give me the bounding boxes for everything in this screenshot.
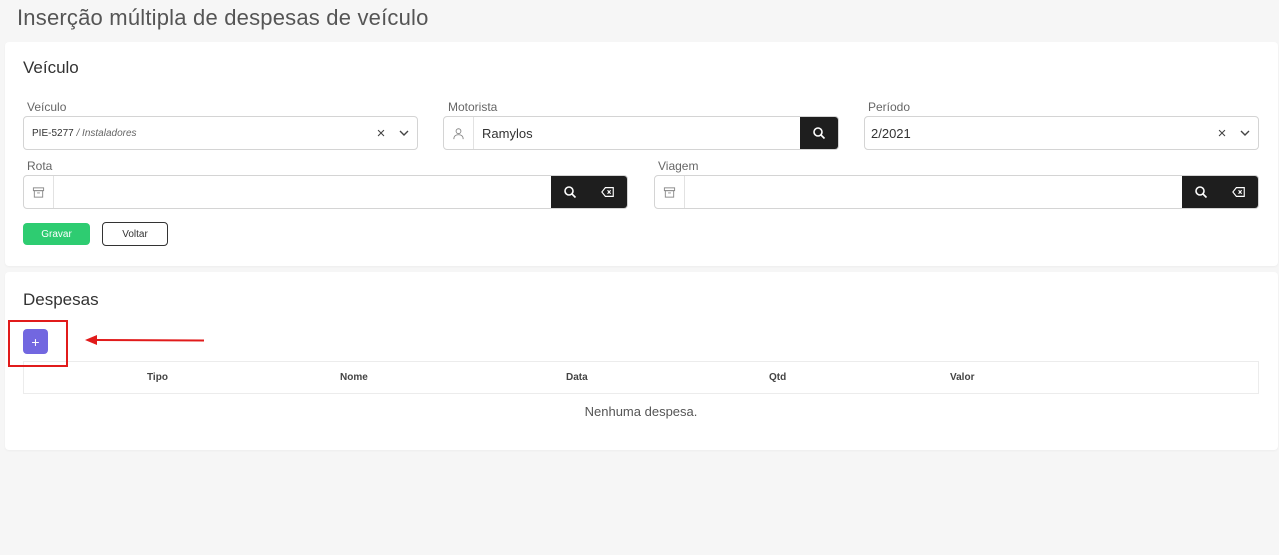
rota-field[interactable] — [23, 175, 628, 209]
rota-label: Rota — [27, 159, 53, 173]
annotation-highlight-box — [8, 320, 68, 367]
archive-icon — [24, 176, 54, 208]
column-header-qtd[interactable]: Qtd — [769, 372, 786, 383]
veiculo-value: PIE-5277 / Instaladores — [32, 127, 137, 139]
column-header-tipo[interactable]: Tipo — [147, 372, 168, 383]
backspace-icon — [601, 187, 614, 197]
rota-search-button[interactable] — [551, 176, 589, 208]
veiculo-select[interactable]: PIE-5277 / Instaladores × — [23, 116, 418, 150]
page-title: Inserção múltipla de despesas de veículo — [17, 5, 429, 30]
search-icon — [564, 186, 577, 199]
chevron-down-icon[interactable] — [391, 127, 417, 139]
periodo-label: Período — [868, 100, 911, 114]
expenses-table: Tipo Nome Data Qtd Valor Nenhuma despesa… — [23, 361, 1259, 419]
viagem-input[interactable] — [685, 176, 1182, 208]
backspace-icon — [1232, 187, 1245, 197]
close-icon[interactable]: × — [371, 125, 391, 142]
rota-input[interactable] — [54, 176, 551, 208]
table-header: Tipo Nome Data Qtd Valor — [23, 361, 1259, 394]
save-button[interactable]: Gravar — [23, 223, 90, 245]
vehicle-card-title: Veículo — [23, 58, 79, 77]
periodo-value: 2/2021 — [871, 125, 911, 141]
column-header-data[interactable]: Data — [566, 372, 588, 383]
empty-message: Nenhuma despesa. — [584, 404, 698, 419]
vehicle-card: Veículo Veículo PIE-5277 / Instaladores … — [5, 42, 1278, 266]
expenses-card-title: Despesas — [23, 290, 99, 309]
column-header-nome[interactable]: Nome — [340, 372, 368, 383]
motorista-value: Ramylos — [482, 125, 533, 141]
veiculo-label: Veículo — [27, 100, 67, 114]
chevron-down-icon[interactable] — [1232, 127, 1258, 139]
viagem-search-button[interactable] — [1182, 176, 1220, 208]
close-icon[interactable]: × — [1212, 125, 1232, 142]
user-icon — [444, 117, 474, 149]
rota-clear-button[interactable] — [589, 176, 627, 208]
search-icon — [813, 127, 826, 140]
back-button[interactable]: Voltar — [102, 222, 168, 246]
search-icon — [1195, 186, 1208, 199]
expenses-card: Despesas + Tipo Nome Data Qtd Valor Nenh… — [5, 272, 1278, 450]
viagem-field[interactable] — [654, 175, 1259, 209]
motorista-field[interactable]: Ramylos — [443, 116, 839, 150]
viagem-clear-button[interactable] — [1220, 176, 1258, 208]
motorista-search-button[interactable] — [800, 117, 838, 149]
motorista-label: Motorista — [448, 100, 498, 114]
periodo-select[interactable]: 2/2021 × — [864, 116, 1259, 150]
viagem-label: Viagem — [658, 159, 699, 173]
column-header-valor[interactable]: Valor — [950, 372, 974, 383]
archive-icon — [655, 176, 685, 208]
annotation-arrow-icon — [85, 335, 205, 345]
